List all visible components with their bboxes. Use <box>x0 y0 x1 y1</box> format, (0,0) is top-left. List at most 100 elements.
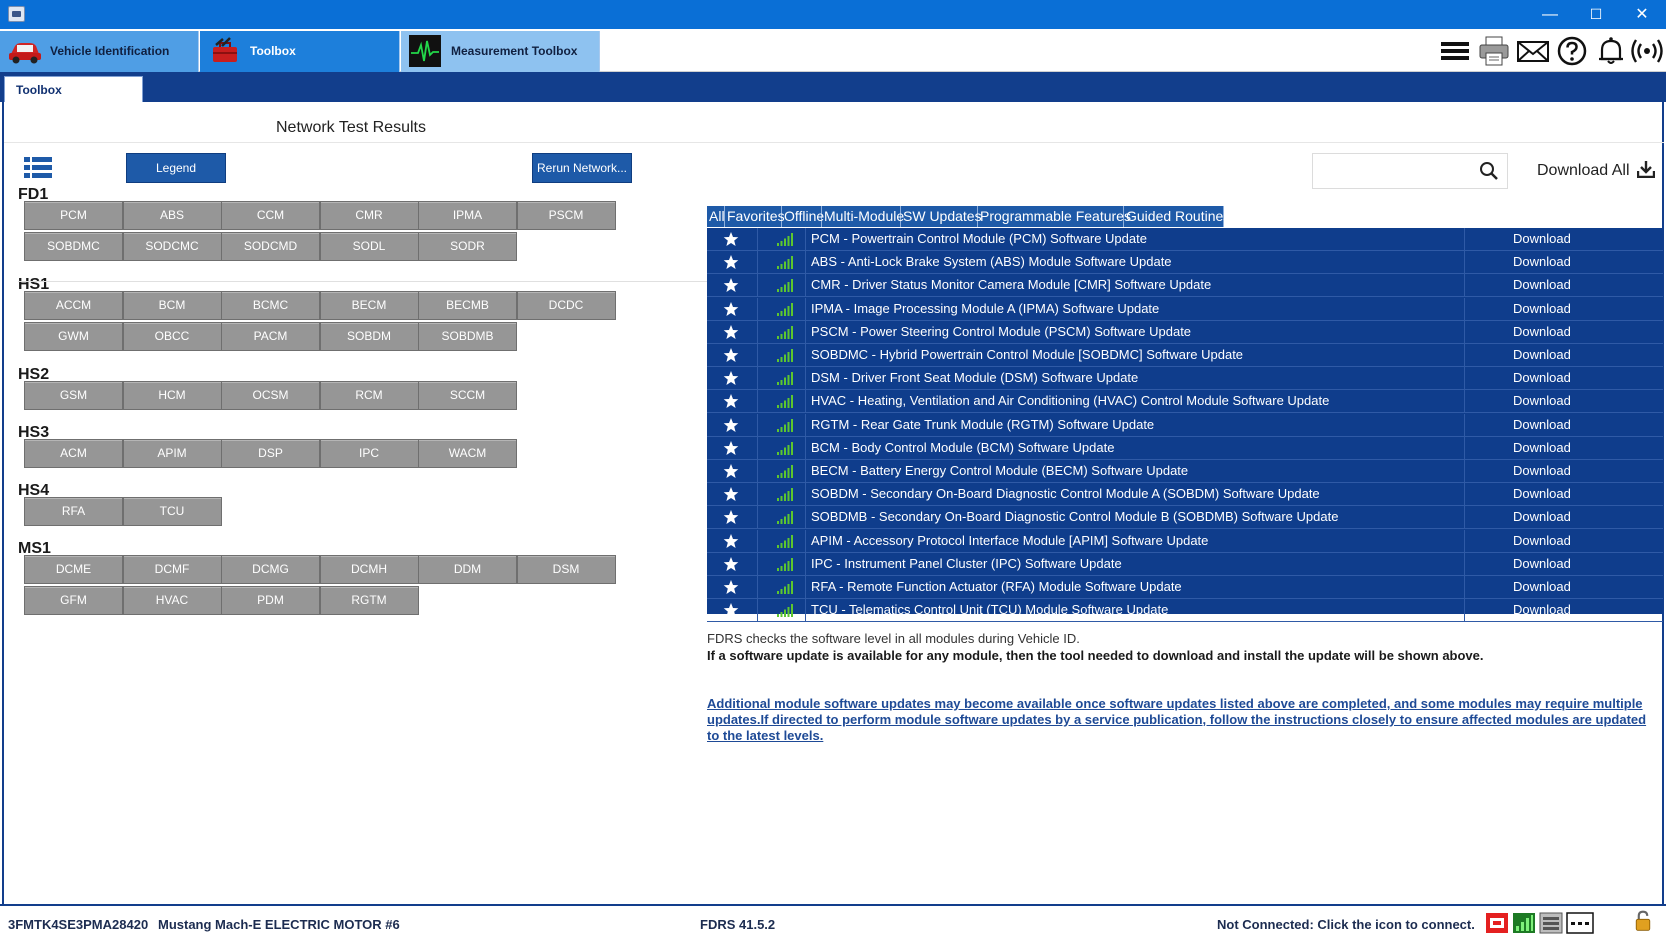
module-button[interactable]: DCME <box>24 555 123 584</box>
favorite-star-icon[interactable] <box>723 463 739 479</box>
module-button[interactable]: DSM <box>516 555 616 584</box>
module-button[interactable]: PCM <box>24 201 123 230</box>
favorite-star-icon[interactable] <box>723 254 739 270</box>
module-button[interactable]: SOBDMC <box>24 232 123 261</box>
module-button[interactable]: RGTM <box>319 586 419 615</box>
lock-icon[interactable] <box>1632 910 1654 932</box>
module-button[interactable]: BECM <box>319 291 419 320</box>
module-button[interactable]: HVAC <box>122 586 222 615</box>
favorite-star-icon[interactable] <box>723 602 739 618</box>
download-link[interactable]: Download <box>1513 463 1571 478</box>
download-link[interactable]: Download <box>1513 231 1571 246</box>
rerun-network-button[interactable]: Rerun Network... <box>532 153 632 183</box>
favorite-star-icon[interactable] <box>723 417 739 433</box>
bell-icon[interactable] <box>1594 35 1628 67</box>
download-link[interactable]: Download <box>1513 440 1571 455</box>
favorite-star-icon[interactable] <box>723 231 739 247</box>
module-button[interactable]: SOBDMB <box>418 322 517 351</box>
module-button[interactable]: DCDC <box>516 291 616 320</box>
filter-tab[interactable]: All <box>707 206 725 227</box>
mail-icon[interactable] <box>1516 35 1550 67</box>
legend-button[interactable]: Legend <box>126 153 226 183</box>
module-button[interactable]: DDM <box>418 555 517 584</box>
favorite-star-icon[interactable] <box>723 347 739 363</box>
module-button[interactable]: SCCM <box>418 381 517 410</box>
module-button[interactable]: CCM <box>221 201 320 230</box>
module-button[interactable]: SODR <box>418 232 517 261</box>
module-button[interactable]: DCMG <box>221 555 320 584</box>
menu-icon[interactable] <box>1438 35 1472 67</box>
favorite-star-icon[interactable] <box>723 370 739 386</box>
download-link[interactable]: Download <box>1513 347 1571 362</box>
signal-icon[interactable] <box>1512 912 1536 934</box>
download-link[interactable]: Download <box>1513 509 1571 524</box>
module-button[interactable]: GFM <box>24 586 123 615</box>
favorite-star-icon[interactable] <box>723 533 739 549</box>
module-button[interactable]: RCM <box>319 381 419 410</box>
filter-tab[interactable]: Programmable Features <box>978 206 1131 227</box>
search-icon[interactable] <box>1479 161 1499 181</box>
tab-measurement-toolbox[interactable]: Measurement Toolbox <box>401 31 600 72</box>
download-link[interactable]: Download <box>1513 393 1571 408</box>
download-link[interactable]: Download <box>1513 417 1571 432</box>
maximize-button[interactable]: ☐ <box>1573 0 1619 29</box>
module-button[interactable]: ACM <box>24 439 123 468</box>
search-input[interactable] <box>1319 161 1469 181</box>
module-button[interactable]: TCU <box>122 497 222 526</box>
favorite-star-icon[interactable] <box>723 556 739 572</box>
module-button[interactable]: PACM <box>221 322 320 351</box>
additional-updates-link[interactable]: Additional module software updates may b… <box>707 696 1647 744</box>
help-icon[interactable] <box>1555 35 1589 67</box>
download-link[interactable]: Download <box>1513 556 1571 571</box>
download-link[interactable]: Download <box>1513 277 1571 292</box>
filter-tab[interactable]: Offline <box>782 206 824 227</box>
tab-toolbox-sub[interactable]: Toolbox <box>4 76 143 102</box>
module-button[interactable]: OCSM <box>221 381 320 410</box>
favorite-star-icon[interactable] <box>723 324 739 340</box>
minimize-button[interactable]: — <box>1527 0 1573 29</box>
list-view-icon[interactable] <box>24 157 52 179</box>
download-link[interactable]: Download <box>1513 370 1571 385</box>
favorite-star-icon[interactable] <box>723 440 739 456</box>
favorite-star-icon[interactable] <box>723 301 739 317</box>
module-button[interactable]: CMR <box>319 201 419 230</box>
module-button[interactable]: SODL <box>319 232 419 261</box>
module-button[interactable]: DCMF <box>122 555 222 584</box>
download-all-button[interactable]: Download All <box>1537 160 1656 180</box>
module-button[interactable]: GSM <box>24 381 123 410</box>
favorite-star-icon[interactable] <box>723 486 739 502</box>
favorite-star-icon[interactable] <box>723 509 739 525</box>
module-button[interactable]: ABS <box>122 201 222 230</box>
filter-tab[interactable]: Guided Routines <box>1124 206 1230 227</box>
module-button[interactable]: PSCM <box>516 201 616 230</box>
filter-tab[interactable]: Multi-Module <box>822 206 904 227</box>
network-icon[interactable] <box>1539 912 1563 934</box>
module-button[interactable]: SODCMD <box>221 232 320 261</box>
module-button[interactable]: BECMB <box>418 291 517 320</box>
module-button[interactable]: IPC <box>319 439 419 468</box>
favorite-star-icon[interactable] <box>723 393 739 409</box>
tab-toolbox[interactable]: Toolbox <box>200 31 400 72</box>
module-button[interactable]: DSP <box>221 439 320 468</box>
printer-icon[interactable] <box>1477 35 1511 67</box>
module-button[interactable]: GWM <box>24 322 123 351</box>
download-link[interactable]: Download <box>1513 254 1571 269</box>
module-button[interactable]: BCM <box>122 291 222 320</box>
favorite-star-icon[interactable] <box>723 277 739 293</box>
module-button[interactable]: BCMC <box>221 291 320 320</box>
filter-tab[interactable]: SW Updates <box>901 206 982 227</box>
close-button[interactable]: ✕ <box>1619 0 1665 29</box>
module-button[interactable]: PDM <box>221 586 320 615</box>
module-button[interactable]: IPMA <box>418 201 517 230</box>
vci-icon[interactable] <box>1485 912 1509 934</box>
download-link[interactable]: Download <box>1513 579 1571 594</box>
download-link[interactable]: Download <box>1513 301 1571 316</box>
module-button[interactable]: SODCMC <box>122 232 222 261</box>
module-button[interactable]: HCM <box>122 381 222 410</box>
download-link[interactable]: Download <box>1513 486 1571 501</box>
tab-vehicle-identification[interactable]: Vehicle Identification <box>0 31 199 72</box>
download-link[interactable]: Download <box>1513 324 1571 339</box>
module-button[interactable]: OBCC <box>122 322 222 351</box>
module-button[interactable]: WACM <box>418 439 517 468</box>
module-button[interactable]: SOBDM <box>319 322 419 351</box>
